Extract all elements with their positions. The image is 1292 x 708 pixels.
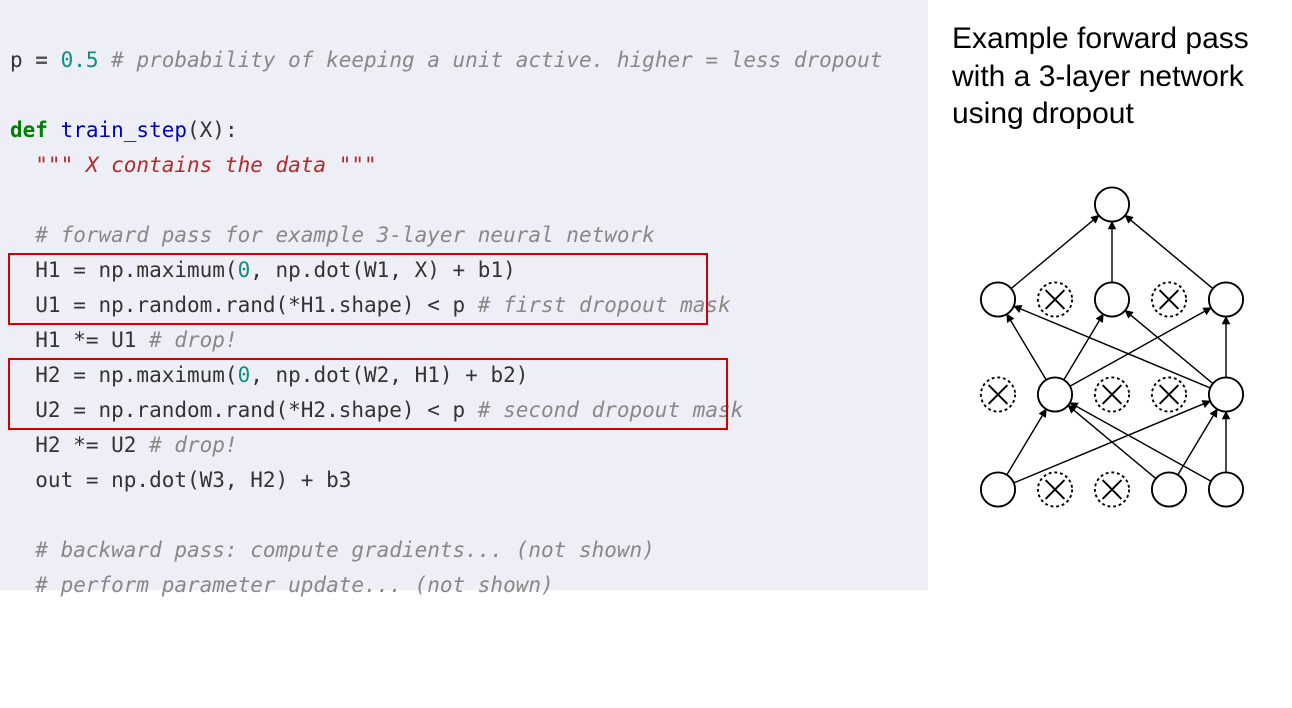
code-line: p = 0.5 # probability of keeping a unit …	[10, 48, 882, 72]
neuron-icon	[981, 472, 1015, 506]
dropped-neuron-icon	[1038, 282, 1072, 316]
code-line: """ X contains the data """	[10, 153, 377, 177]
neuron-icon	[1038, 377, 1072, 411]
network-diagram	[952, 157, 1272, 537]
highlight-box-2	[8, 358, 728, 430]
code-line: # backward pass: compute gradients... (n…	[10, 538, 655, 562]
neuron-icon	[1095, 187, 1129, 221]
highlight-box-1	[8, 253, 708, 325]
code-line: def train_step(X):	[10, 118, 238, 142]
page: p = 0.5 # probability of keeping a unit …	[0, 0, 1292, 590]
neuron-icon	[1209, 472, 1243, 506]
dropped-neuron-icon	[1095, 472, 1129, 506]
dropped-neuron-icon	[1038, 472, 1072, 506]
caption-text: Example forward pass with a 3-layer netw…	[952, 20, 1272, 133]
neuron-icon	[1152, 472, 1186, 506]
neuron-icon	[1095, 282, 1129, 316]
code-block: p = 0.5 # probability of keeping a unit …	[0, 0, 928, 590]
neuron-icon	[981, 282, 1015, 316]
code-line: # perform parameter update... (not shown…	[10, 573, 554, 597]
dropped-neuron-icon	[981, 377, 1015, 411]
neuron-icon	[1209, 282, 1243, 316]
dropped-neuron-icon	[1152, 282, 1186, 316]
code-line: out = np.dot(W3, H2) + b3	[10, 468, 351, 492]
code-line: H1 *= U1 # drop!	[10, 328, 238, 352]
dropped-neuron-icon	[1152, 377, 1186, 411]
dropped-neuron-icon	[1095, 377, 1129, 411]
neuron-icon	[1209, 377, 1243, 411]
right-pane: Example forward pass with a 3-layer netw…	[928, 0, 1292, 590]
code-line: # forward pass for example 3-layer neura…	[10, 223, 655, 247]
code-line: H2 *= U2 # drop!	[10, 433, 238, 457]
